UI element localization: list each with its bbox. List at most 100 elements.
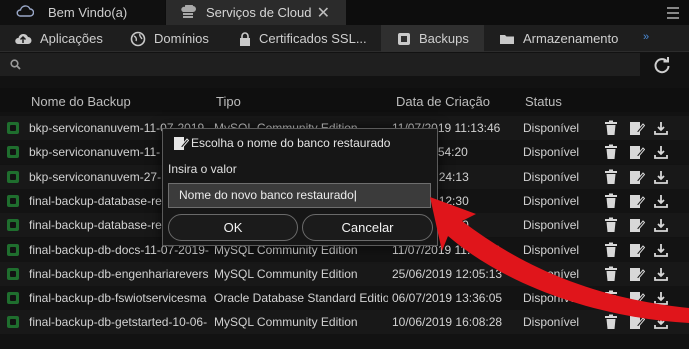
backup-status: Disponível [523, 121, 580, 135]
column-header-date[interactable]: Data de Criação [396, 94, 490, 109]
trash-icon[interactable] [604, 144, 618, 163]
dialog-title-text: Escolha o nome do banco restaurado [191, 136, 391, 150]
backup-name: final-backup-db-engenhariarevers [29, 266, 209, 281]
edit-icon[interactable] [629, 217, 646, 236]
backup-type: MySQL Community Edition [214, 266, 358, 281]
backup-name: final-backup-db-getstarted-10-06- [29, 315, 208, 330]
database-icon [7, 219, 19, 232]
database-icon [7, 194, 19, 207]
nav-storage[interactable]: Armazenamento [499, 25, 618, 52]
table-row[interactable]: final-backup-db-fswiotservicesma Oracle D… [0, 286, 689, 311]
edit-icon[interactable] [629, 290, 646, 309]
column-header-name[interactable]: Nome do Backup [31, 94, 131, 109]
backup-type: Oracle Database Standard Editio [214, 291, 388, 306]
folder-icon [500, 34, 514, 44]
text-cursor: | [353, 188, 357, 202]
refresh-icon[interactable] [652, 55, 672, 75]
column-header-type[interactable]: Tipo [216, 94, 241, 109]
edit-icon[interactable] [629, 169, 646, 188]
dialog-title: Escolha o nome do banco restaurado [173, 135, 390, 151]
search-input[interactable] [0, 53, 640, 76]
trash-icon[interactable] [604, 120, 618, 139]
cloud-upload-icon [15, 33, 32, 44]
trash-icon[interactable] [604, 217, 618, 236]
trash-icon[interactable] [604, 314, 618, 333]
trash-icon[interactable] [604, 193, 618, 212]
download-icon[interactable] [653, 144, 669, 163]
nav-backups[interactable]: Backups [381, 25, 484, 52]
nav-applications-label: Aplicações [40, 31, 103, 46]
edit-icon[interactable] [629, 314, 646, 333]
menu-icon[interactable] [667, 7, 679, 19]
tab-welcome[interactable]: Bem Vindo(a) [0, 0, 165, 25]
dialog-input-label: Insira o valor [168, 162, 237, 176]
tab-welcome-label: Bem Vindo(a) [48, 5, 128, 20]
nav-storage-label: Armazenamento [523, 31, 619, 46]
close-icon[interactable]: ✕ [317, 3, 330, 23]
restore-name-input[interactable]: Nome do novo banco restaurado| [168, 183, 431, 208]
backup-icon [398, 32, 410, 45]
backup-date: 25/06/2019 12:05:13 [392, 266, 503, 281]
trash-icon[interactable] [604, 266, 618, 285]
backup-name: final-backup-db-fswiotservicesma [29, 291, 207, 306]
nav-backups-label: Backups [419, 31, 469, 46]
download-icon[interactable] [653, 193, 669, 212]
download-icon[interactable] [653, 266, 669, 285]
restore-name-dialog: Escolha o nome do banco restaurado Insir… [162, 128, 438, 246]
main-nav: Aplicações Domínios Certificados SSL... … [0, 25, 689, 52]
download-icon[interactable] [653, 314, 669, 333]
nav-more-icon[interactable]: » [643, 31, 649, 43]
ok-button[interactable]: OK [168, 214, 298, 241]
nav-domains-label: Domínios [154, 31, 209, 46]
tab-cloud-services-label: Serviços de Cloud [206, 5, 312, 20]
database-icon [7, 146, 19, 159]
edit-icon[interactable] [629, 242, 646, 261]
edit-icon[interactable] [629, 120, 646, 139]
cloud-icon [16, 5, 35, 20]
edit-icon[interactable] [629, 266, 646, 285]
download-icon[interactable] [653, 120, 669, 139]
backup-date: 06/07/2019 13:36:05 [392, 291, 503, 306]
backup-status: Disponível [523, 315, 580, 330]
trash-icon[interactable] [604, 290, 618, 309]
database-icon [7, 170, 19, 183]
database-icon [7, 243, 19, 256]
window-tab-bar: Bem Vindo(a) Serviços de Cloud ✕ [0, 0, 689, 25]
cloud-services-icon [180, 1, 196, 21]
download-icon[interactable] [653, 290, 669, 309]
restore-name-value: Nome do novo banco restaurado [179, 188, 354, 202]
edit-icon[interactable] [629, 193, 646, 212]
nav-ssl-certificates[interactable]: Certificados SSL... [239, 25, 367, 52]
database-icon [7, 267, 19, 280]
backup-date: 10/06/2019 16:08:28 [392, 315, 503, 330]
column-header-status[interactable]: Status [525, 94, 562, 109]
download-icon[interactable] [653, 169, 669, 188]
backup-status: Disponível [523, 145, 580, 160]
nav-ssl-label: Certificados SSL... [259, 31, 367, 46]
trash-icon[interactable] [604, 242, 618, 261]
trash-icon[interactable] [604, 169, 618, 188]
nav-domains[interactable]: Domínios [130, 25, 209, 52]
backup-status: Disponível [523, 291, 580, 306]
backup-status: Disponível [523, 242, 580, 257]
cancel-button[interactable]: Cancelar [302, 214, 433, 241]
backup-status: Disponível [523, 266, 580, 281]
database-icon [7, 316, 19, 329]
download-icon[interactable] [653, 242, 669, 261]
table-row[interactable]: final-backup-db-getstarted-10-06- MySQL C… [0, 310, 689, 335]
database-icon [7, 122, 19, 134]
table-row[interactable]: final-backup-db-engenhariarevers MySQL Co… [0, 261, 689, 286]
tab-cloud-services[interactable]: Serviços de Cloud ✕ [166, 0, 346, 25]
backup-status: Disponível [523, 169, 580, 184]
edit-icon [174, 137, 189, 150]
search-icon [10, 59, 21, 70]
globe-icon [130, 31, 146, 46]
backup-status: Disponível [523, 218, 580, 233]
backup-type: MySQL Community Edition [214, 315, 358, 330]
backup-status: Disponível [523, 193, 580, 208]
table-header: Nome do Backup Tipo Data de Criação Stat… [0, 88, 689, 112]
download-icon[interactable] [653, 217, 669, 236]
nav-applications[interactable]: Aplicações [14, 25, 103, 52]
lock-icon [240, 31, 250, 46]
edit-icon[interactable] [629, 144, 646, 163]
